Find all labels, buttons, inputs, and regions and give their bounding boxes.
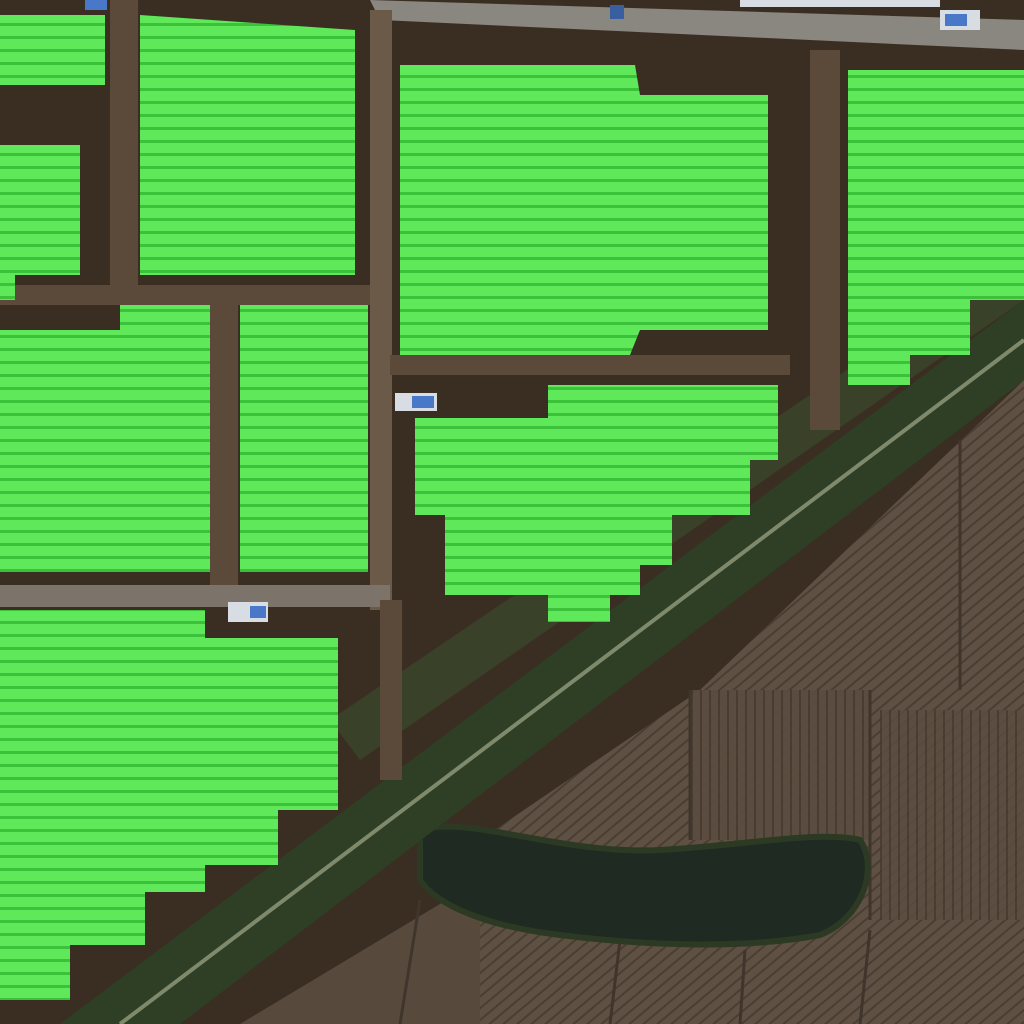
mask-region [240, 305, 368, 572]
mask-region [0, 305, 210, 572]
building [740, 0, 940, 7]
mask-region [0, 15, 105, 85]
blue-roof [610, 5, 624, 19]
mask-region [400, 65, 768, 355]
blue-roof [412, 396, 434, 408]
blue-roof [250, 606, 266, 618]
aerial-scene [0, 0, 1024, 1024]
mask-region [140, 15, 355, 275]
blue-roof [945, 14, 967, 26]
blue-roof [85, 0, 107, 10]
